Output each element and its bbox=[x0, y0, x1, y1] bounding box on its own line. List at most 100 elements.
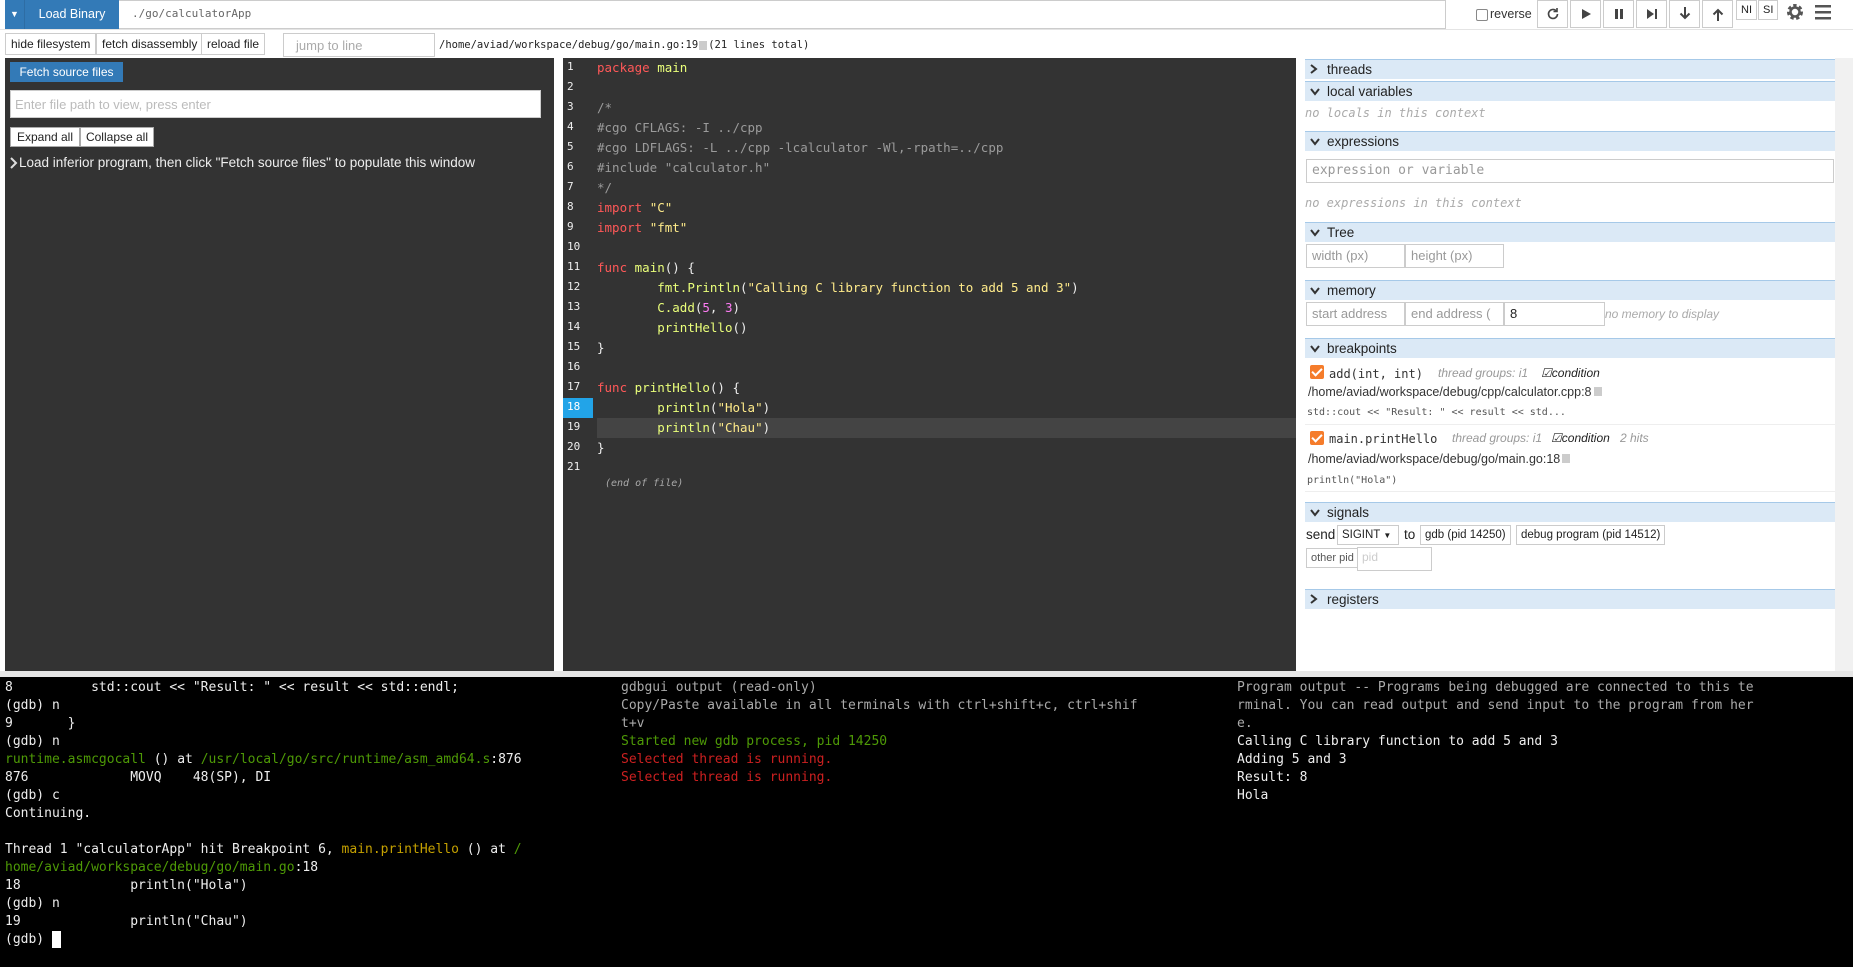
hide-filesystem-button[interactable]: hide filesystem bbox=[5, 33, 97, 55]
signals-header[interactable]: signals bbox=[1305, 502, 1835, 522]
code-line[interactable]: import "C" bbox=[597, 198, 1296, 218]
chevron-down-icon bbox=[1310, 339, 1320, 358]
line-number[interactable]: 11 bbox=[563, 258, 593, 278]
fetch-source-files-button[interactable]: Fetch source files bbox=[10, 62, 123, 82]
code-line[interactable]: } bbox=[597, 338, 1296, 358]
code-line[interactable]: func printHello() { bbox=[597, 378, 1296, 398]
tree-header[interactable]: Tree bbox=[1305, 222, 1835, 242]
code-line[interactable]: /* bbox=[597, 98, 1296, 118]
line-number[interactable]: 18 bbox=[563, 398, 593, 418]
memory-bytes-input[interactable]: 8 bbox=[1504, 302, 1605, 326]
memory-header[interactable]: memory bbox=[1305, 280, 1835, 300]
reverse-toggle[interactable]: reverse bbox=[1476, 7, 1532, 21]
copy-icon[interactable] bbox=[1562, 454, 1571, 463]
threads-header[interactable]: threads bbox=[1305, 59, 1835, 79]
program-output-terminal[interactable]: Program output -- Programs being debugge… bbox=[1237, 679, 1847, 967]
gear-icon[interactable] bbox=[1784, 1, 1806, 23]
load-binary-button[interactable]: Load Binary bbox=[25, 0, 119, 29]
next-instruction-button[interactable]: NI bbox=[1736, 0, 1757, 20]
pause-button[interactable] bbox=[1603, 0, 1634, 28]
expressions-title: expressions bbox=[1327, 134, 1400, 149]
line-number[interactable]: 8 bbox=[563, 198, 593, 218]
tree-height-input[interactable]: height (px) bbox=[1405, 244, 1504, 268]
breakpoints-header[interactable]: breakpoints bbox=[1305, 338, 1835, 358]
code-line[interactable]: import "fmt" bbox=[597, 218, 1296, 238]
frame-path: / bbox=[513, 842, 522, 857]
copy-icon[interactable] bbox=[1593, 387, 1602, 396]
line-number[interactable]: 21 bbox=[563, 458, 593, 478]
line-number[interactable]: 15 bbox=[563, 338, 593, 358]
breakpoint-checkbox[interactable] bbox=[1310, 365, 1324, 379]
load-dropdown-button[interactable]: ▼ bbox=[5, 0, 25, 29]
code-line[interactable]: printHello() bbox=[597, 318, 1296, 338]
code-line[interactable]: #include "calculator.h" bbox=[597, 158, 1296, 178]
copy-icon[interactable] bbox=[699, 40, 708, 50]
line-number[interactable]: 10 bbox=[563, 238, 593, 258]
breakpoint-condition-button[interactable]: ☑condition bbox=[1551, 431, 1610, 445]
terminal-prompt[interactable]: (gdb) bbox=[5, 931, 61, 949]
line-number[interactable]: 3 bbox=[563, 98, 593, 118]
pid-input[interactable]: pid bbox=[1357, 547, 1432, 571]
code-line[interactable]: #cgo CFLAGS: -I ../cpp bbox=[597, 118, 1296, 138]
line-number[interactable]: 17 bbox=[563, 378, 593, 398]
code-line-current[interactable]: println("Chau") bbox=[597, 418, 1296, 438]
code-line[interactable]: */ bbox=[597, 178, 1296, 198]
gdbgui-output-terminal[interactable]: gdbgui output (read-only) Copy/Paste ava… bbox=[621, 679, 1231, 967]
breakpoint-condition-button[interactable]: ☑condition bbox=[1541, 366, 1600, 380]
panel-divider-left[interactable] bbox=[554, 58, 563, 671]
collapse-all-button[interactable]: Collapse all bbox=[80, 127, 154, 147]
binary-path-input[interactable]: ./go/calculatorApp bbox=[119, 0, 1446, 29]
code-line[interactable]: C.add(5, 3) bbox=[597, 298, 1296, 318]
locals-header[interactable]: local variables bbox=[1305, 81, 1835, 101]
code-line[interactable]: package main bbox=[597, 58, 1296, 78]
line-number[interactable]: 5 bbox=[563, 138, 593, 158]
signal-select[interactable]: SIGINT ▼ bbox=[1337, 525, 1399, 545]
breakpoint-path[interactable]: /home/aviad/workspace/debug/go/main.go:1… bbox=[1308, 452, 1571, 466]
line-number[interactable]: 12 bbox=[563, 278, 593, 298]
breakpoint-function: add(int, int) bbox=[1329, 367, 1423, 381]
line-number[interactable]: 16 bbox=[563, 358, 593, 378]
line-number[interactable]: 1 bbox=[563, 58, 593, 78]
step-out-button[interactable] bbox=[1702, 0, 1733, 28]
line-number[interactable]: 20 bbox=[563, 438, 593, 458]
restart-button[interactable] bbox=[1537, 0, 1568, 28]
line-number[interactable]: 9 bbox=[563, 218, 593, 238]
code-line[interactable]: #cgo LDFLAGS: -L ../cpp -lcalculator -Wl… bbox=[597, 138, 1296, 158]
line-number[interactable]: 6 bbox=[563, 158, 593, 178]
code-line[interactable]: fmt.Println("Calling C library function … bbox=[597, 278, 1296, 298]
panel-divider-right[interactable] bbox=[1296, 58, 1305, 671]
fetch-disassembly-button[interactable]: fetch disassembly bbox=[96, 33, 204, 55]
file-path-input[interactable]: Enter file path to view, press enter bbox=[10, 90, 541, 118]
expressions-header[interactable]: expressions bbox=[1305, 131, 1835, 151]
line-number[interactable]: 14 bbox=[563, 318, 593, 338]
breakpoint-path[interactable]: /home/aviad/workspace/debug/cpp/calculat… bbox=[1308, 385, 1602, 399]
gdb-pid-button[interactable]: gdb (pid 14250) bbox=[1420, 525, 1511, 545]
reverse-checkbox[interactable] bbox=[1476, 9, 1488, 21]
breakpoint-checkbox[interactable] bbox=[1310, 431, 1324, 445]
code-line[interactable]: println("Hola") bbox=[597, 398, 1296, 418]
code-line[interactable]: } bbox=[597, 438, 1296, 458]
line-number[interactable]: 4 bbox=[563, 118, 593, 138]
tree-width-input[interactable]: width (px) bbox=[1306, 244, 1405, 268]
registers-header[interactable]: registers bbox=[1305, 589, 1835, 609]
jump-to-line-input[interactable]: jump to line bbox=[283, 33, 435, 57]
other-pid-button[interactable]: other pid bbox=[1306, 548, 1359, 568]
line-number[interactable]: 13 bbox=[563, 298, 593, 318]
sidebar-scrollbar[interactable] bbox=[1835, 58, 1853, 671]
menu-icon[interactable] bbox=[1813, 2, 1833, 22]
next-button[interactable] bbox=[1636, 0, 1667, 28]
expression-input[interactable]: expression or variable bbox=[1306, 159, 1834, 183]
expand-all-button[interactable]: Expand all bbox=[10, 127, 80, 147]
step-into-button[interactable] bbox=[1669, 0, 1700, 28]
gdb-terminal[interactable]: 8 std::cout << "Result: " << result << s… bbox=[5, 679, 615, 967]
continue-button[interactable] bbox=[1570, 0, 1601, 28]
line-number[interactable]: 19 bbox=[563, 418, 593, 438]
memory-end-input[interactable]: end address ( bbox=[1405, 302, 1504, 326]
line-number[interactable]: 2 bbox=[563, 78, 593, 98]
step-instruction-button[interactable]: SI bbox=[1758, 0, 1779, 20]
code-line[interactable]: func main() { bbox=[597, 258, 1296, 278]
memory-start-input[interactable]: start address bbox=[1306, 302, 1405, 326]
debug-program-pid-button[interactable]: debug program (pid 14512) bbox=[1516, 525, 1666, 545]
line-number[interactable]: 7 bbox=[563, 178, 593, 198]
reload-file-button[interactable]: reload file bbox=[201, 33, 266, 55]
